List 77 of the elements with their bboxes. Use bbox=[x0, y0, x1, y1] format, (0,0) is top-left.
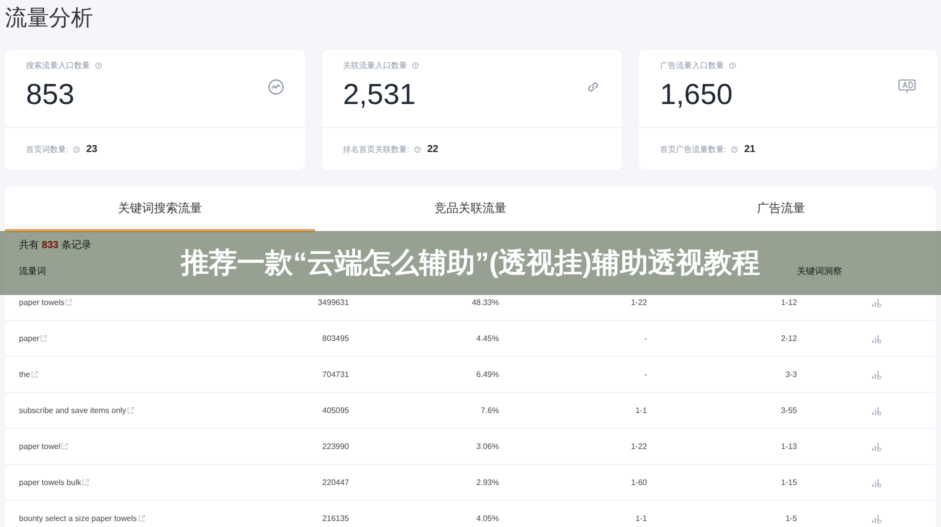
external-link-icon[interactable] bbox=[127, 407, 134, 414]
bar-chart-icon[interactable] bbox=[872, 478, 882, 488]
stat-footer-label: 首页词数量: bbox=[26, 144, 68, 154]
table-cell: 220447 bbox=[322, 478, 349, 487]
table-cell: 7.6% bbox=[480, 406, 499, 415]
bar-chart-icon[interactable] bbox=[872, 370, 882, 380]
table-cell: 223990 bbox=[322, 442, 349, 451]
banner-text: 推荐一款“云端怎么辅助”(透视挂)辅助透视教程 bbox=[181, 246, 760, 280]
table-cell: 1-22 bbox=[630, 442, 647, 451]
stat-footer-label: 首页广告流量数量: bbox=[660, 144, 726, 154]
stat-value: 2,531 bbox=[343, 79, 416, 112]
keyword-link[interactable]: bounty select a size paper towels bbox=[19, 514, 137, 523]
table-cell: 3.06% bbox=[476, 442, 499, 451]
page-title: 流量分析 bbox=[5, 4, 94, 32]
table-cell: 1-15 bbox=[780, 478, 797, 487]
keyword-link[interactable]: paper towels bbox=[19, 298, 64, 307]
stat-footer-label: 排名首页关联数量: bbox=[343, 144, 410, 154]
table-cell: 3-55 bbox=[780, 406, 797, 415]
table-cell: 4.45% bbox=[476, 334, 499, 343]
tab[interactable]: 竞品关联流量 bbox=[315, 187, 626, 232]
bar-chart-icon[interactable] bbox=[872, 442, 882, 452]
table-cell: 1-60 bbox=[630, 478, 647, 487]
external-link-icon[interactable] bbox=[65, 299, 72, 306]
stat-footer-value: 21 bbox=[744, 144, 756, 154]
bar-chart-icon[interactable] bbox=[872, 514, 882, 524]
stat-label: 广告流量入口数量 bbox=[660, 60, 724, 71]
keyword-link[interactable]: paper towels bulk bbox=[19, 478, 82, 487]
table-cell: 2.93% bbox=[476, 478, 499, 487]
help-icon[interactable] bbox=[412, 62, 419, 69]
stat-value: 853 bbox=[26, 79, 74, 112]
tab[interactable]: 广告流量 bbox=[626, 187, 936, 232]
help-icon[interactable] bbox=[731, 146, 738, 152]
table-cell: - bbox=[644, 334, 647, 343]
table-cell: 1-5 bbox=[785, 514, 797, 523]
table-cell: 6.49% bbox=[476, 370, 499, 379]
column-header: 流量词 bbox=[19, 264, 46, 278]
bar-chart-icon[interactable] bbox=[872, 334, 882, 344]
table-cell: 3499631 bbox=[318, 298, 349, 307]
help-icon[interactable] bbox=[73, 146, 80, 152]
help-icon[interactable] bbox=[49, 268, 56, 274]
table-cell: 1-12 bbox=[780, 298, 797, 307]
external-link-icon[interactable] bbox=[61, 443, 68, 450]
trend-icon bbox=[268, 79, 284, 95]
table-cell: 3-3 bbox=[785, 370, 797, 379]
keyword-link[interactable]: paper bbox=[19, 334, 40, 343]
bar-chart-icon[interactable] bbox=[872, 298, 882, 308]
table-cell: 704731 bbox=[322, 370, 349, 379]
ad-icon bbox=[898, 79, 916, 94]
bar-chart-icon[interactable] bbox=[872, 406, 882, 416]
table-cell: 1-22 bbox=[630, 298, 647, 307]
stat-label: 关联流量入口数量 bbox=[343, 60, 407, 71]
keyword-link[interactable]: paper towel bbox=[19, 442, 60, 451]
external-link-icon[interactable] bbox=[82, 479, 90, 486]
table-cell: 1-13 bbox=[780, 442, 797, 451]
table-cell: 803495 bbox=[322, 334, 349, 343]
table-cell: 405095 bbox=[322, 406, 349, 415]
table-cell: 48.33% bbox=[472, 298, 499, 307]
table-cell: 4.05% bbox=[476, 514, 499, 523]
table-cell: - bbox=[644, 370, 647, 379]
stat-value: 1,650 bbox=[660, 79, 733, 112]
keyword-link[interactable]: subscribe and save items only bbox=[19, 406, 126, 415]
help-icon[interactable] bbox=[729, 62, 736, 69]
table-cell: 216135 bbox=[322, 514, 349, 523]
table-cell: 2-12 bbox=[780, 334, 797, 343]
external-link-icon[interactable] bbox=[40, 335, 48, 342]
help-icon[interactable] bbox=[95, 62, 102, 69]
external-link-icon[interactable] bbox=[31, 371, 38, 378]
table-cell: 1-1 bbox=[635, 514, 647, 523]
stat-footer-value: 23 bbox=[86, 144, 98, 154]
stat-label: 搜索流量入口数量 bbox=[26, 60, 90, 71]
column-header: 关键词洞察 bbox=[797, 264, 842, 278]
record-count: 共有 833 条记录 bbox=[19, 240, 92, 251]
keyword-link[interactable]: the bbox=[19, 370, 30, 379]
stat-footer-value: 22 bbox=[427, 144, 438, 154]
help-icon[interactable] bbox=[414, 146, 422, 152]
external-link-icon[interactable] bbox=[138, 515, 145, 522]
table-cell: 1-1 bbox=[635, 406, 647, 415]
